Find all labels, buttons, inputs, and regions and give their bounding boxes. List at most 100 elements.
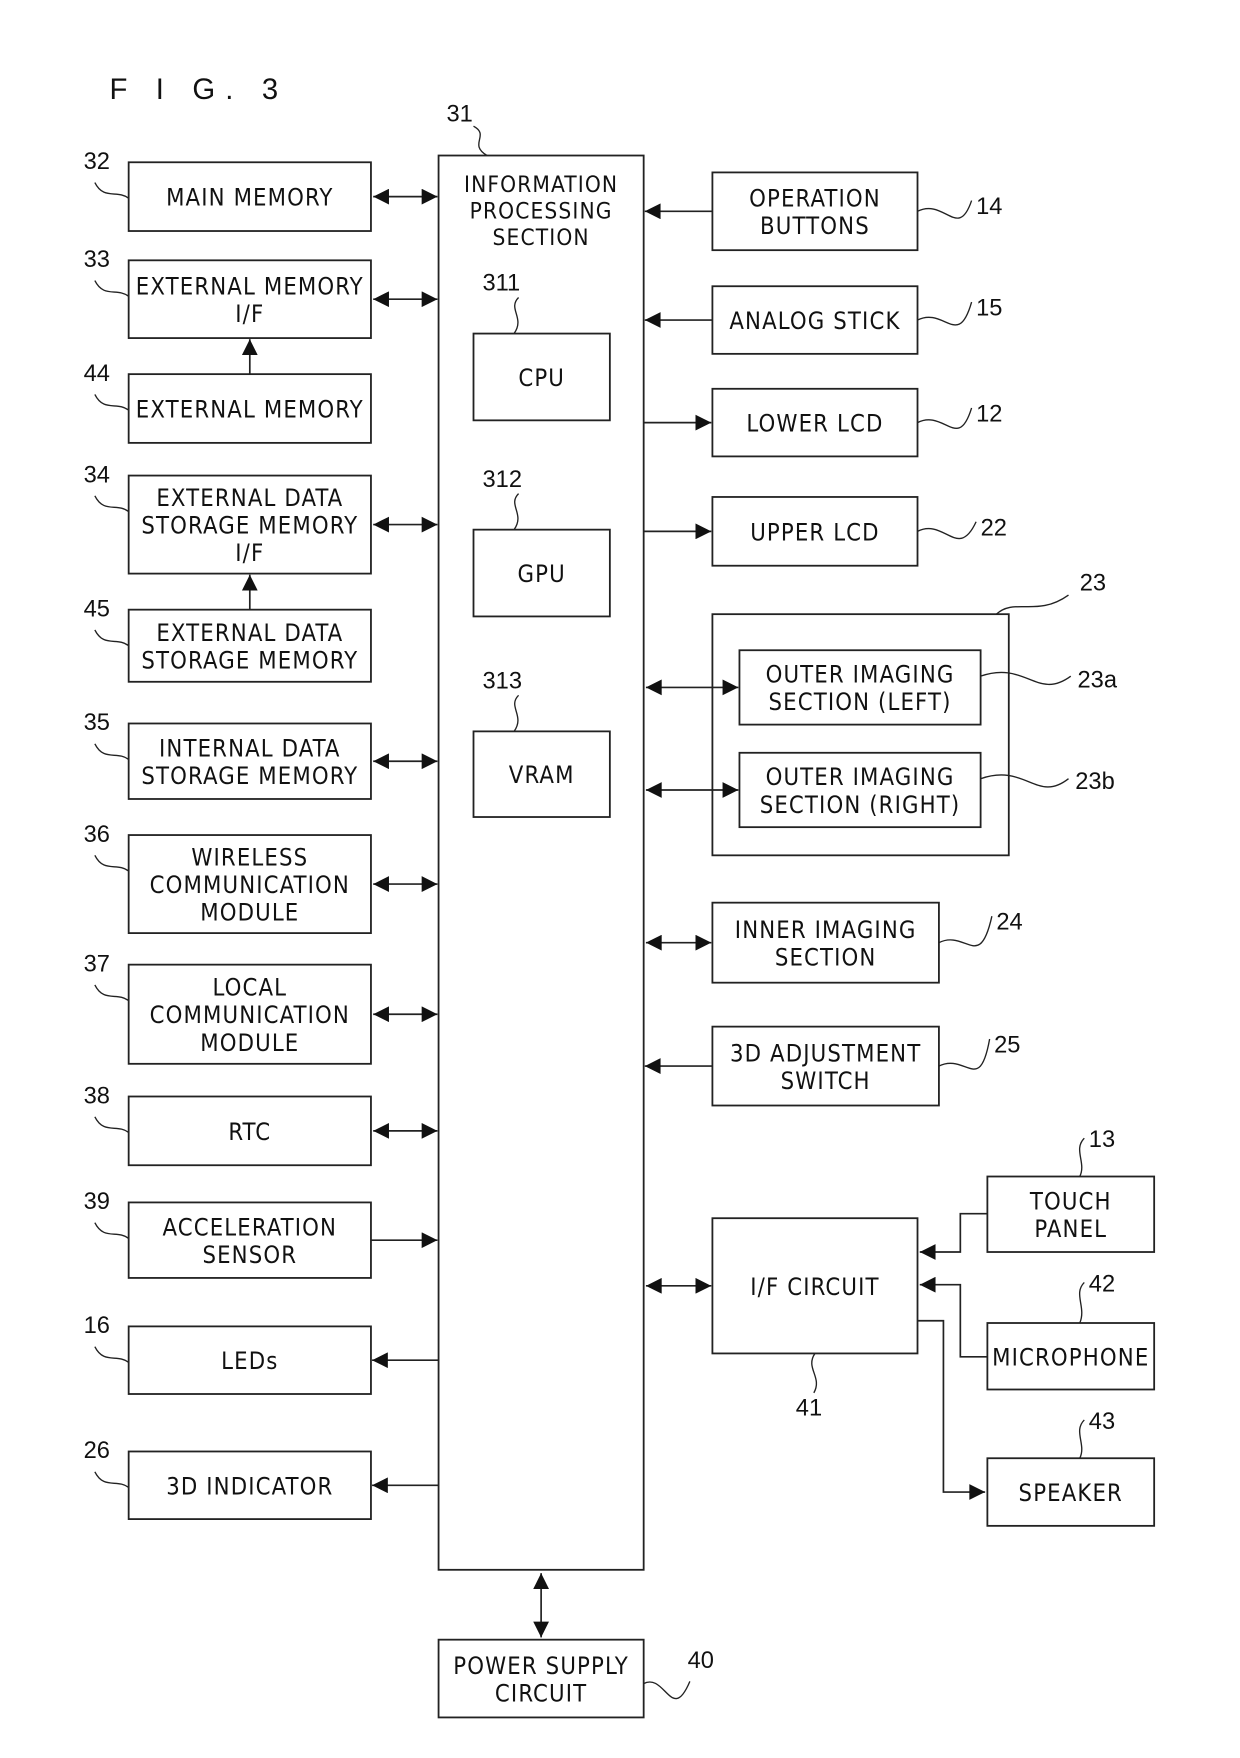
outer-imaging-group-leader-line bbox=[995, 594, 1069, 615]
microphone-label: MICROPHONE bbox=[992, 1343, 1149, 1371]
rtc-ref-label: 38 bbox=[84, 1083, 110, 1109]
cpu-label: CPU bbox=[518, 364, 565, 392]
local-communication-module-label: COMMUNICATION bbox=[150, 1001, 350, 1029]
touch-panel-label: PANEL bbox=[1034, 1215, 1107, 1243]
wireless-communication-module-ref-label: 36 bbox=[84, 822, 110, 848]
internal-data-storage-memory-label: INTERNAL DATA bbox=[159, 734, 341, 762]
external-memory-ref-label: 44 bbox=[84, 361, 110, 387]
information-processing-section-label: PROCESSING bbox=[470, 199, 613, 225]
gpu-ref-label: 312 bbox=[483, 467, 522, 493]
leds-label: LEDs bbox=[221, 1347, 278, 1375]
external-memory-if-label: EXTERNAL MEMORY bbox=[136, 272, 364, 300]
operation-buttons-leader-line bbox=[917, 200, 973, 219]
external-data-storage-memory-if-label: I/F bbox=[235, 539, 264, 567]
information-processing-section-label: INFORMATION bbox=[464, 172, 618, 198]
external-data-storage-memory-if-label: EXTERNAL DATA bbox=[156, 484, 343, 512]
outer-imaging-right-ref-label: 23b bbox=[1075, 769, 1114, 795]
external-memory-if-ref-label: 33 bbox=[84, 247, 110, 273]
information-processing-section-ref-label: 31 bbox=[446, 102, 472, 128]
external-memory-if-label: I/F bbox=[235, 300, 264, 328]
speaker-ref-label: 43 bbox=[1089, 1409, 1115, 1435]
outer-imaging-right-label: OUTER IMAGING bbox=[766, 763, 955, 791]
information-processing-section-label: SECTION bbox=[493, 225, 590, 251]
power-supply-circuit-label: POWER SUPPLY bbox=[453, 1652, 629, 1680]
acceleration-sensor-label: ACCELERATION bbox=[162, 1213, 337, 1241]
local-communication-module-label: MODULE bbox=[200, 1029, 299, 1057]
microphone-ref-label: 42 bbox=[1089, 1271, 1115, 1297]
outer-imaging-group-ref-label: 23 bbox=[1080, 571, 1106, 597]
speaker-leader-line bbox=[1079, 1419, 1085, 1459]
wireless-communication-module-leader-line bbox=[94, 855, 130, 872]
power-supply-circuit-label: CIRCUIT bbox=[495, 1679, 587, 1707]
3d-adjustment-switch-ref-label: 25 bbox=[994, 1033, 1020, 1059]
external-memory-if-leader-line bbox=[94, 280, 130, 297]
external-data-storage-memory-if-label: STORAGE MEMORY bbox=[141, 512, 358, 540]
lower-lcd-leader-line bbox=[917, 407, 973, 429]
lower-lcd-ref-label: 12 bbox=[976, 401, 1002, 427]
external-data-storage-memory-if-ref-label: 34 bbox=[84, 462, 110, 488]
wireless-communication-module-label: WIRELESS bbox=[191, 843, 308, 871]
3d-indicator-label: 3D INDICATOR bbox=[166, 1472, 333, 1500]
inner-imaging-section-ref-label: 24 bbox=[996, 910, 1022, 936]
inner-imaging-section-label: SECTION bbox=[775, 943, 877, 971]
internal-data-storage-memory-leader-line bbox=[94, 743, 130, 761]
leds-ref-label: 16 bbox=[84, 1313, 110, 1339]
inner-imaging-section-leader-line bbox=[938, 916, 993, 947]
acceleration-sensor-ref-label: 39 bbox=[84, 1189, 110, 1215]
rtc-leader-line bbox=[94, 1116, 130, 1134]
operation-buttons-label: BUTTONS bbox=[760, 212, 870, 240]
outer-imaging-left-label: SECTION (LEFT) bbox=[769, 688, 952, 716]
wireless-communication-module-label: MODULE bbox=[200, 899, 299, 927]
figure-title: F I G. 3 bbox=[110, 73, 289, 106]
external-memory-label: EXTERNAL MEMORY bbox=[136, 396, 364, 424]
analog-stick-ref-label: 15 bbox=[976, 296, 1002, 322]
block-diagram: F I G. 3 INFORMATIONPROCESSINGSECTION31C… bbox=[84, 73, 1156, 1719]
outer-imaging-right-label: SECTION (RIGHT) bbox=[760, 791, 961, 819]
lower-lcd-label: LOWER LCD bbox=[746, 410, 883, 438]
gpu-label: GPU bbox=[518, 560, 566, 588]
if-to-speaker-arrow bbox=[917, 1319, 986, 1500]
analog-stick-leader-line bbox=[917, 301, 973, 326]
vram-label: VRAM bbox=[509, 761, 575, 789]
3d-indicator-leader-line bbox=[94, 1471, 130, 1489]
internal-data-storage-memory-label: STORAGE MEMORY bbox=[141, 762, 358, 790]
acceleration-sensor-leader-line bbox=[94, 1222, 130, 1240]
vram-ref-label: 313 bbox=[483, 669, 522, 695]
upper-lcd-leader-line bbox=[917, 521, 977, 540]
if-circuit-leader-line bbox=[811, 1353, 818, 1394]
main-memory-label: MAIN MEMORY bbox=[166, 184, 333, 212]
upper-lcd-ref-label: 22 bbox=[981, 515, 1007, 541]
main-memory-ref-label: 32 bbox=[84, 149, 110, 175]
external-data-storage-memory-leader-line bbox=[94, 629, 130, 647]
touch-panel-to-if-arrow bbox=[919, 1212, 988, 1260]
operation-buttons-label: OPERATION bbox=[749, 185, 881, 213]
3d-adjustment-switch-label: 3D ADJUSTMENT bbox=[730, 1039, 921, 1067]
external-data-storage-memory-label: STORAGE MEMORY bbox=[141, 647, 358, 675]
local-communication-module-leader-line bbox=[94, 984, 130, 1002]
3d-adjustment-switch-label: SWITCH bbox=[781, 1067, 871, 1095]
rtc-label: RTC bbox=[228, 1118, 271, 1146]
if-circuit-ref-label: 41 bbox=[796, 1395, 822, 1421]
outer-imaging-left-ref-label: 23a bbox=[1078, 667, 1118, 693]
wireless-communication-module-label: COMMUNICATION bbox=[150, 871, 350, 899]
leds-leader-line bbox=[94, 1346, 130, 1364]
touch-panel-label: TOUCH bbox=[1029, 1187, 1112, 1215]
external-data-storage-memory-ref-label: 45 bbox=[84, 596, 110, 622]
inner-imaging-section-label: INNER IMAGING bbox=[735, 916, 917, 944]
speaker-label: SPEAKER bbox=[1019, 1479, 1123, 1507]
acceleration-sensor-label: SENSOR bbox=[202, 1241, 297, 1269]
touch-panel-ref-label: 13 bbox=[1089, 1127, 1115, 1153]
external-data-storage-memory-if-leader-line bbox=[94, 495, 130, 513]
external-memory-leader-line bbox=[94, 394, 130, 411]
main-memory-leader-line bbox=[94, 182, 130, 199]
upper-lcd-label: UPPER LCD bbox=[750, 518, 880, 546]
if-circuit-label: I/F CIRCUIT bbox=[750, 1273, 879, 1301]
outer-imaging-left-label: OUTER IMAGING bbox=[766, 661, 955, 689]
3d-adjustment-switch-leader-line bbox=[938, 1038, 991, 1070]
external-data-storage-memory-label: EXTERNAL DATA bbox=[156, 619, 343, 647]
local-communication-module-label: LOCAL bbox=[212, 974, 287, 1002]
local-communication-module-ref-label: 37 bbox=[84, 951, 110, 977]
power-supply-circuit-leader-line bbox=[643, 1681, 691, 1700]
internal-data-storage-memory-ref-label: 35 bbox=[84, 710, 110, 736]
microphone-leader-line bbox=[1079, 1281, 1085, 1324]
